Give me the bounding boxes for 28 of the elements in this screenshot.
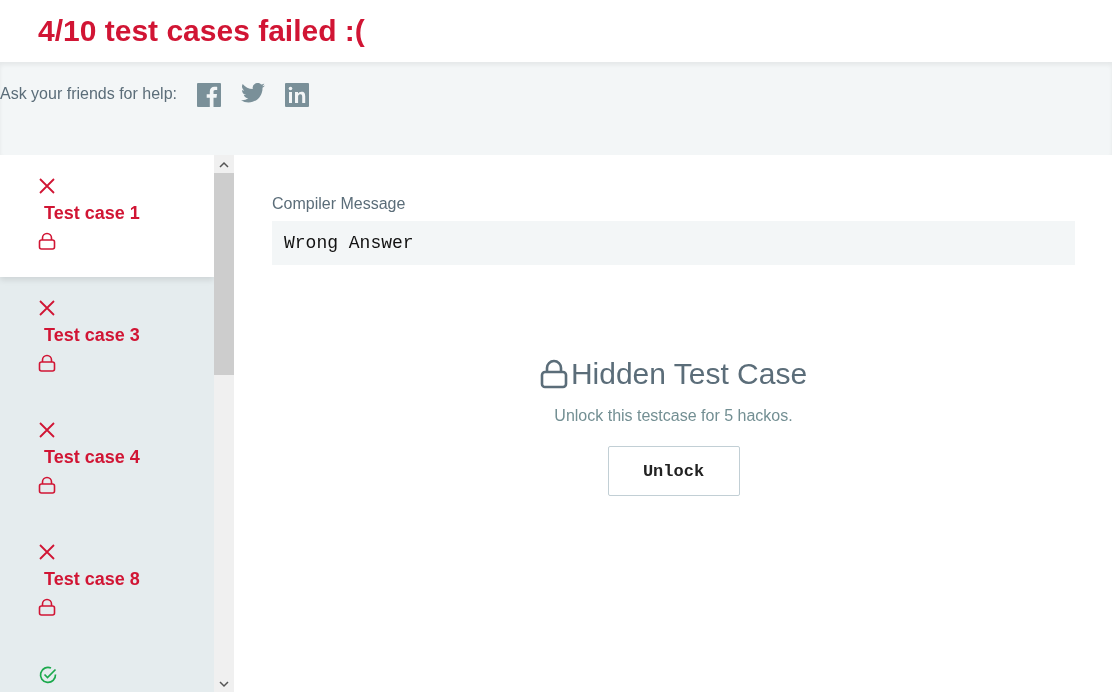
scroll-up-icon[interactable] [219, 161, 229, 169]
scroll-down-icon[interactable] [219, 680, 229, 688]
check-circle-icon [38, 665, 58, 685]
test-case-label: Test case 3 [44, 325, 140, 346]
test-case-tab[interactable]: Test case 3 [0, 277, 214, 399]
facebook-icon[interactable] [196, 83, 221, 107]
unlock-description: Unlock this testcase for 5 hackos. [554, 407, 793, 425]
cross-icon [38, 543, 56, 561]
unlock-button[interactable]: Unlock [607, 446, 740, 496]
share-label: Ask your friends for help: [0, 85, 177, 103]
lock-icon [539, 359, 568, 389]
compiler-message-label: Compiler Message [272, 195, 406, 213]
hidden-test-case-title: Hidden Test Case [570, 357, 808, 391]
test-case-label: Test case 8 [44, 569, 140, 590]
test-case-label: Test case 4 [44, 447, 140, 468]
linkedin-icon[interactable] [284, 83, 309, 107]
scrollbar[interactable] [214, 155, 234, 692]
twitter-icon[interactable] [240, 83, 265, 103]
cross-icon [38, 421, 56, 439]
test-case-tab[interactable]: Test case 4 [0, 399, 214, 521]
test-case-tab[interactable]: Test case 8 [0, 521, 214, 643]
result-heading: 4/10 test cases failed :( [37, 13, 365, 49]
compiler-message: Wrong Answer [272, 221, 1075, 265]
scrollbar-thumb[interactable] [214, 173, 234, 375]
cross-icon [38, 299, 56, 317]
test-case-tab[interactable]: Test case 1 [0, 155, 214, 277]
test-case-label: Test case 1 [44, 203, 140, 224]
cross-icon [38, 177, 56, 195]
